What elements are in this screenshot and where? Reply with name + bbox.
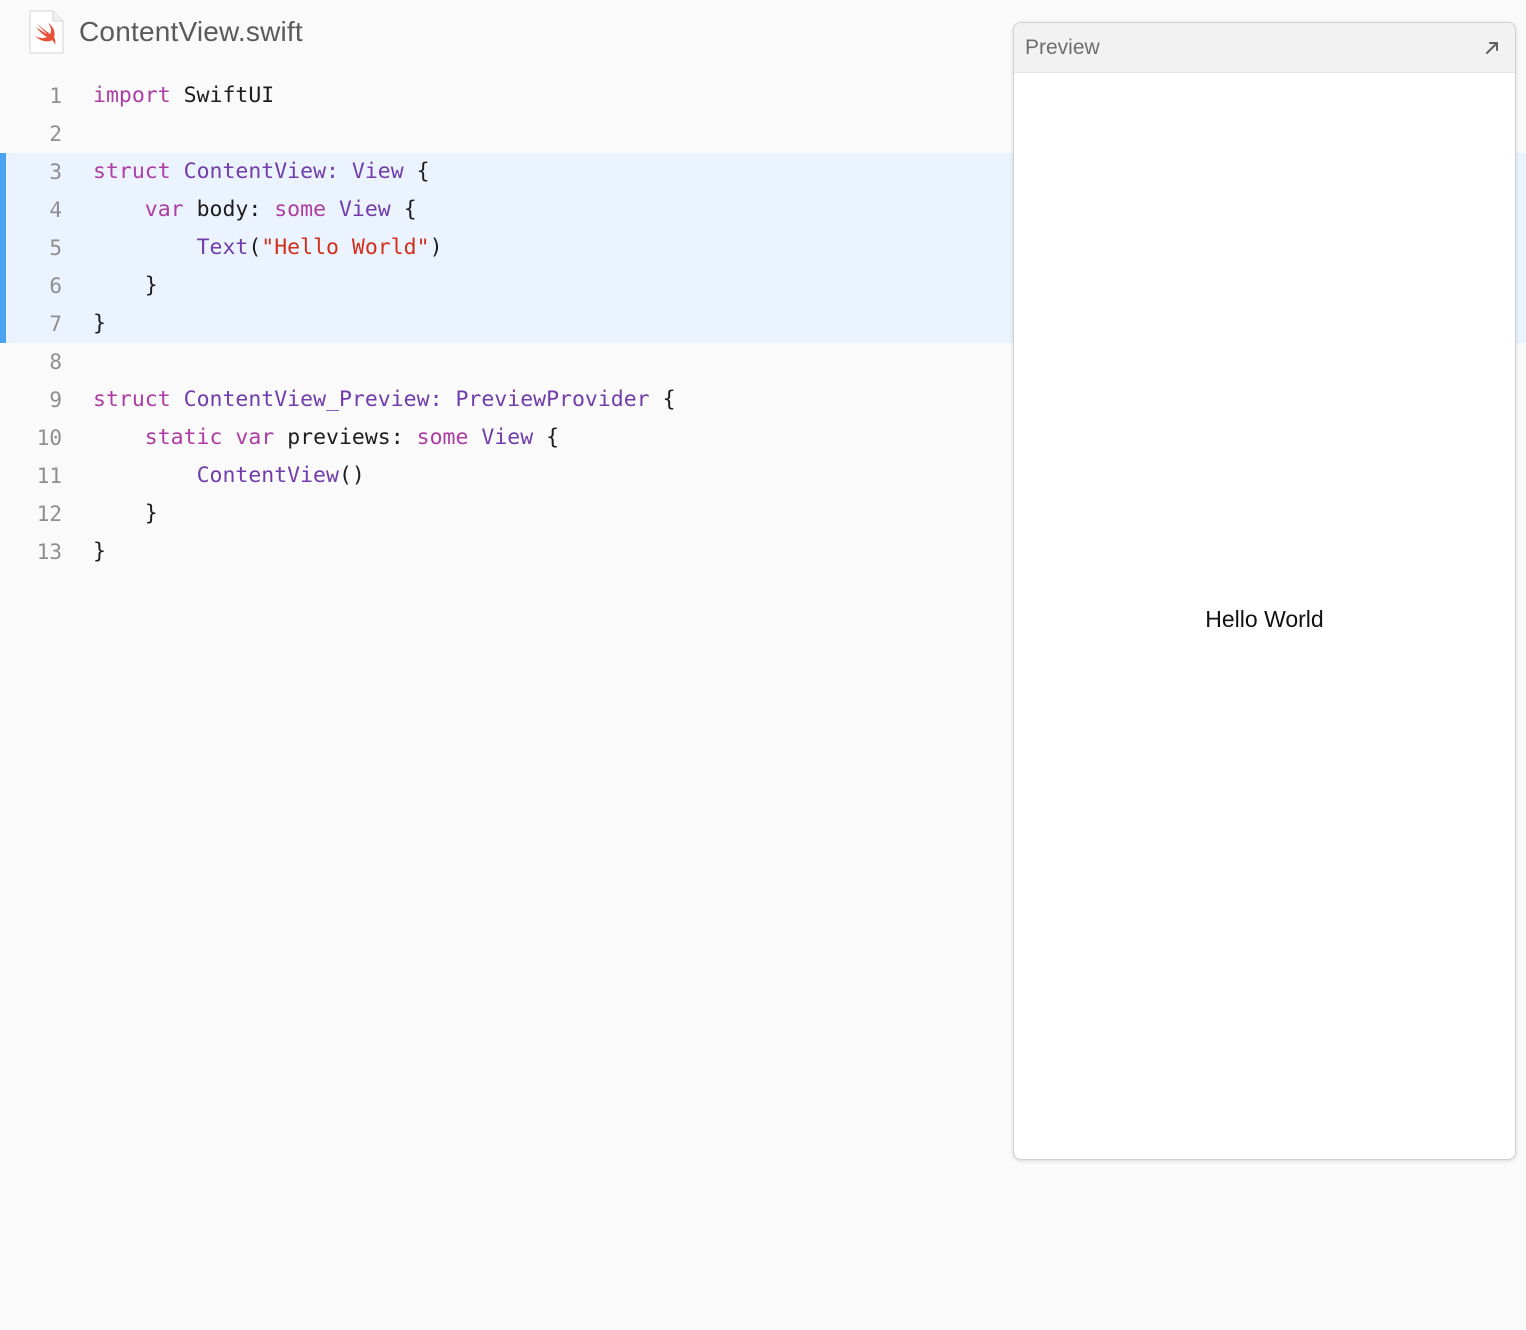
code-token: body: (183, 197, 275, 222)
code-token: SwiftUI (170, 83, 275, 108)
line-number: 12 (36, 502, 62, 526)
line-number: 11 (36, 464, 62, 488)
file-name: ContentView.swift (79, 16, 303, 47)
file-header: ContentView.swift (28, 8, 303, 56)
code-token: ) (429, 235, 443, 260)
code-token: ContentView (196, 463, 339, 488)
code-token: } (93, 311, 106, 336)
code-token: struct (93, 159, 171, 184)
code-token: { (403, 159, 430, 184)
code-text: } (93, 533, 106, 571)
code-text: struct ContentView_Preview: PreviewProvi… (93, 381, 676, 419)
code-token: { (649, 387, 676, 412)
preview-hello-text: Hello World (1205, 606, 1324, 632)
code-token: } (93, 539, 106, 564)
code-token: : (429, 387, 456, 412)
code-text: } (93, 305, 106, 343)
code-token: () (338, 463, 365, 488)
code-token: static (144, 425, 223, 450)
code-token: View (338, 197, 391, 222)
code-token: some (274, 197, 327, 222)
code-token: } (93, 273, 158, 298)
code-token: { (390, 197, 417, 222)
code-token: { (533, 425, 560, 450)
preview-header: Preview (1014, 23, 1515, 73)
line-number: 7 (49, 312, 62, 336)
line-number: 8 (49, 350, 62, 374)
line-number: 9 (49, 388, 62, 412)
code-token: previews: (274, 425, 417, 450)
code-token: struct (93, 387, 171, 412)
code-token: View (351, 159, 404, 184)
preview-panel: Preview Hello World (1013, 22, 1516, 1160)
code-token: "Hello World" (261, 235, 430, 260)
line-number: 13 (36, 540, 62, 564)
code-token: some (416, 425, 469, 450)
code-text: static var previews: some View { (93, 419, 559, 457)
code-text: import SwiftUI (93, 77, 274, 115)
line-number: 3 (49, 160, 62, 184)
code-text: } (93, 495, 158, 533)
code-token: var (144, 197, 184, 222)
code-token: var (235, 425, 275, 450)
swift-file-icon (28, 10, 64, 54)
line-number: 10 (36, 426, 62, 450)
line-number: 1 (49, 84, 62, 108)
preview-canvas: Hello World (1014, 73, 1515, 1158)
preview-title: Preview (1025, 35, 1100, 59)
code-token: } (93, 501, 158, 526)
code-text: } (93, 267, 158, 305)
line-number: 6 (49, 274, 62, 298)
code-token: View (481, 425, 534, 450)
code-text: var body: some View { (93, 191, 417, 229)
line-number: 2 (49, 122, 62, 146)
code-text: struct ContentView: View { (93, 153, 430, 191)
expand-arrow-icon[interactable] (1481, 37, 1503, 59)
code-token: ContentView (183, 159, 327, 184)
code-text: Text("Hello World") (93, 229, 443, 267)
code-token: : (326, 159, 352, 184)
line-number: 4 (49, 198, 62, 222)
code-token: ContentView_Preview (183, 387, 430, 412)
code-token: import (93, 83, 171, 108)
code-token: ( (248, 235, 262, 260)
line-number: 5 (49, 236, 62, 260)
code-text: ContentView() (93, 457, 365, 495)
code-token: Text (196, 235, 249, 260)
code-token: PreviewProvider (455, 387, 650, 412)
